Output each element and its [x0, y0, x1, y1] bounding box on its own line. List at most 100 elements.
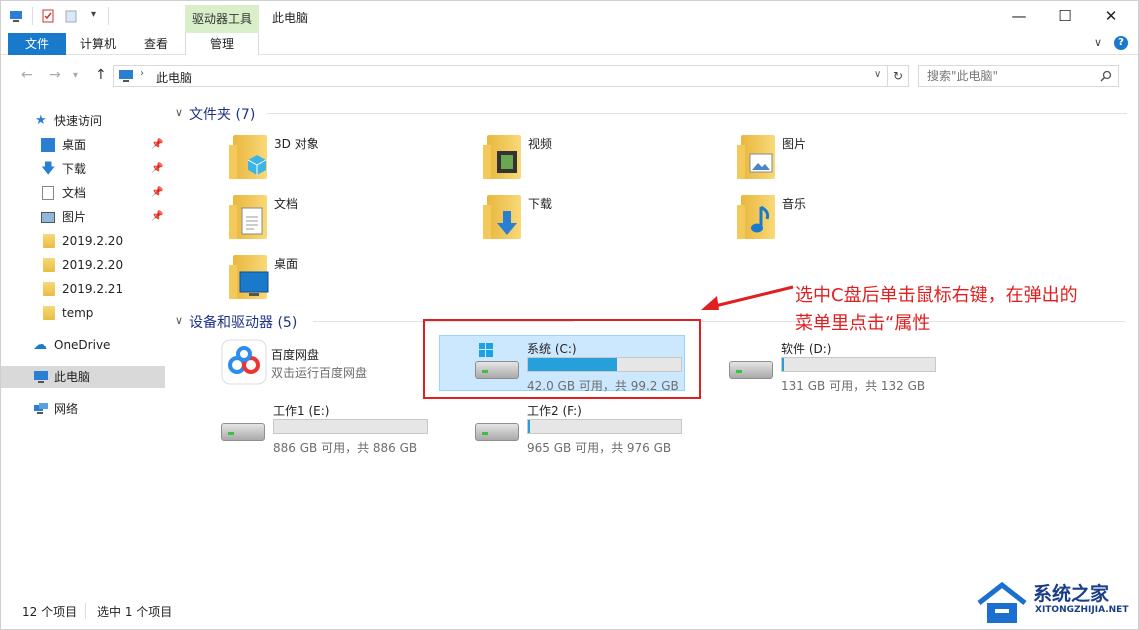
selection-count: 选中 1 个项目 — [97, 605, 173, 619]
capacity-bar — [781, 357, 936, 372]
refresh-button[interactable]: ↻ — [888, 65, 909, 87]
folder-name: 下载 — [528, 197, 553, 211]
computer-icon[interactable] — [9, 9, 23, 23]
network-icon — [34, 403, 48, 414]
drive-f[interactable]: 工作2 (F:) 965 GB 可用，共 976 GB — [475, 399, 735, 455]
properties-icon[interactable] — [41, 9, 55, 23]
sidebar-item-folder-2019-2-20b[interactable]: 2019.2.20 — [1, 254, 165, 276]
maximize-button[interactable]: ☐ — [1042, 1, 1088, 31]
watermark: 系统之家 XITONGZHIJIA.NET — [973, 575, 1137, 629]
baidu-netdisk-icon — [221, 339, 267, 385]
sidebar-item-label: 2019.2.20 — [62, 234, 124, 248]
folder-3d-objects[interactable]: 3D 对象 — [227, 131, 467, 187]
sidebar-item-label: 桌面 — [62, 138, 87, 152]
folder-documents[interactable]: 文档 — [227, 191, 467, 247]
folder-icon — [43, 258, 55, 272]
search-icon[interactable] — [1100, 70, 1112, 82]
back-button[interactable]: ← — [21, 67, 33, 83]
close-icon: ✕ — [1104, 7, 1118, 25]
sidebar-item-label: OneDrive — [54, 338, 111, 352]
music-note-icon — [751, 205, 770, 233]
desktop-icon — [239, 271, 269, 296]
picture-icon — [41, 212, 55, 223]
hard-drive-icon — [475, 413, 523, 443]
sidebar-item-label: 网络 — [54, 402, 79, 416]
pin-icon[interactable]: 📌 — [151, 158, 163, 180]
minimize-button[interactable]: — — [996, 1, 1042, 31]
folders-group-header[interactable]: 文件夹 (7) — [189, 104, 255, 124]
capacity-bar — [273, 419, 428, 434]
cube-icon — [247, 155, 267, 175]
qat-customize-icon[interactable]: ▾ — [91, 9, 96, 20]
pin-icon[interactable]: 📌 — [151, 134, 163, 156]
navigation-pane: ★ 快速访问 桌面 📌 🡇 下载 📌 文档 📌 图片 📌 2019.2.20 2… — [1, 97, 165, 597]
address-dropdown-icon[interactable]: ∨ — [874, 69, 881, 80]
forward-button[interactable]: → — [49, 67, 61, 83]
collapse-chevron-icon[interactable]: ∨ — [175, 106, 183, 119]
film-icon — [497, 151, 517, 173]
close-button[interactable]: ✕ — [1088, 1, 1134, 31]
sidebar-item-documents[interactable]: 文档 📌 — [1, 182, 165, 204]
sidebar-item-folder-2019-2-21[interactable]: 2019.2.21 — [1, 278, 165, 300]
folder-desktop[interactable]: 桌面 — [227, 251, 467, 307]
drives-group-header[interactable]: 设备和驱动器 (5) — [189, 312, 297, 332]
sidebar-item-temp[interactable]: temp — [1, 302, 165, 324]
folder-icon — [43, 234, 55, 248]
drive-d[interactable]: 软件 (D:) 131 GB 可用，共 132 GB — [729, 337, 989, 393]
new-folder-icon[interactable] — [64, 9, 78, 23]
drive-subtitle: 131 GB 可用，共 132 GB — [781, 379, 926, 393]
sidebar-item-onedrive[interactable]: ☁ OneDrive — [1, 334, 165, 356]
folder-videos[interactable]: 视频 — [481, 131, 721, 187]
capacity-bar — [527, 419, 682, 434]
folder-downloads[interactable]: 下载 — [481, 191, 721, 247]
folder-music[interactable]: 音乐 — [735, 191, 975, 247]
status-divider — [85, 603, 86, 619]
folder-name: 3D 对象 — [274, 137, 319, 151]
search-input[interactable]: 搜索"此电脑" — [918, 65, 1119, 87]
annotation-text-line2: 菜单里点击“属性 — [795, 313, 931, 334]
house-logo-icon — [977, 581, 1027, 623]
window-title: 此电脑 — [272, 11, 309, 25]
folder-icon — [43, 282, 55, 296]
minimize-icon: — — [1011, 7, 1027, 25]
address-bar[interactable]: › 此电脑 ∨ — [113, 65, 888, 87]
tab-file[interactable]: 文件 — [8, 33, 66, 55]
folder-name: 文档 — [274, 197, 299, 211]
drive-e[interactable]: 工作1 (E:) 886 GB 可用，共 886 GB — [221, 399, 481, 455]
sidebar-item-downloads[interactable]: 🡇 下载 📌 — [1, 158, 165, 180]
maximize-icon: ☐ — [1058, 7, 1072, 25]
ribbon-tabs: 文件 计算机 查看 管理 ∨ ? — [1, 33, 1138, 55]
computer-icon — [34, 371, 48, 383]
help-icon[interactable]: ? — [1114, 36, 1128, 50]
sidebar-item-label: 下载 — [62, 162, 87, 176]
sidebar-item-folder-2019-2-20[interactable]: 2019.2.20 — [1, 230, 165, 252]
status-bar: 12 个项目 选中 1 个项目 — [1, 601, 1138, 629]
collapse-chevron-icon[interactable]: ∨ — [175, 314, 183, 327]
address-row: ← → ▾ ↑ › 此电脑 ∨ ↻ 搜索"此电脑" — [1, 61, 1138, 91]
recent-locations-icon[interactable]: ▾ — [73, 70, 78, 81]
sidebar-item-network[interactable]: 网络 — [1, 398, 165, 420]
document-icon — [241, 207, 263, 235]
tab-view[interactable]: 查看 — [133, 33, 179, 55]
item-count: 12 个项目 — [22, 605, 78, 619]
annotation-arrow-icon — [701, 285, 794, 310]
annotation-text-line1: 选中C盘后单击鼠标右键，在弹出的 — [795, 285, 1078, 306]
tab-manage[interactable]: 管理 — [185, 33, 259, 55]
sidebar-item-pictures[interactable]: 图片 📌 — [1, 206, 165, 228]
folder-icon — [43, 306, 55, 320]
pin-icon[interactable]: 📌 — [151, 182, 163, 204]
pin-icon[interactable]: 📌 — [151, 206, 163, 228]
sidebar-item-desktop[interactable]: 桌面 📌 — [1, 134, 165, 156]
watermark-url: XITONGZHIJIA.NET — [1035, 605, 1129, 615]
folder-pictures[interactable]: 图片 — [735, 131, 975, 187]
breadcrumb[interactable]: 此电脑 — [156, 69, 192, 86]
folder-name: 图片 — [782, 137, 807, 151]
sidebar-item-this-pc[interactable]: 此电脑 — [1, 366, 165, 388]
title-bar: ▾ 驱动器工具 此电脑 — ☐ ✕ — [1, 1, 1138, 33]
sidebar-item-label: temp — [62, 306, 94, 320]
ribbon-expand-icon[interactable]: ∨ — [1094, 36, 1102, 49]
sidebar-item-quick-access[interactable]: ★ 快速访问 — [1, 110, 165, 132]
tab-computer[interactable]: 计算机 — [71, 33, 125, 55]
breadcrumb-chevron-icon[interactable]: › — [140, 68, 144, 79]
up-button[interactable]: ↑ — [95, 67, 107, 83]
